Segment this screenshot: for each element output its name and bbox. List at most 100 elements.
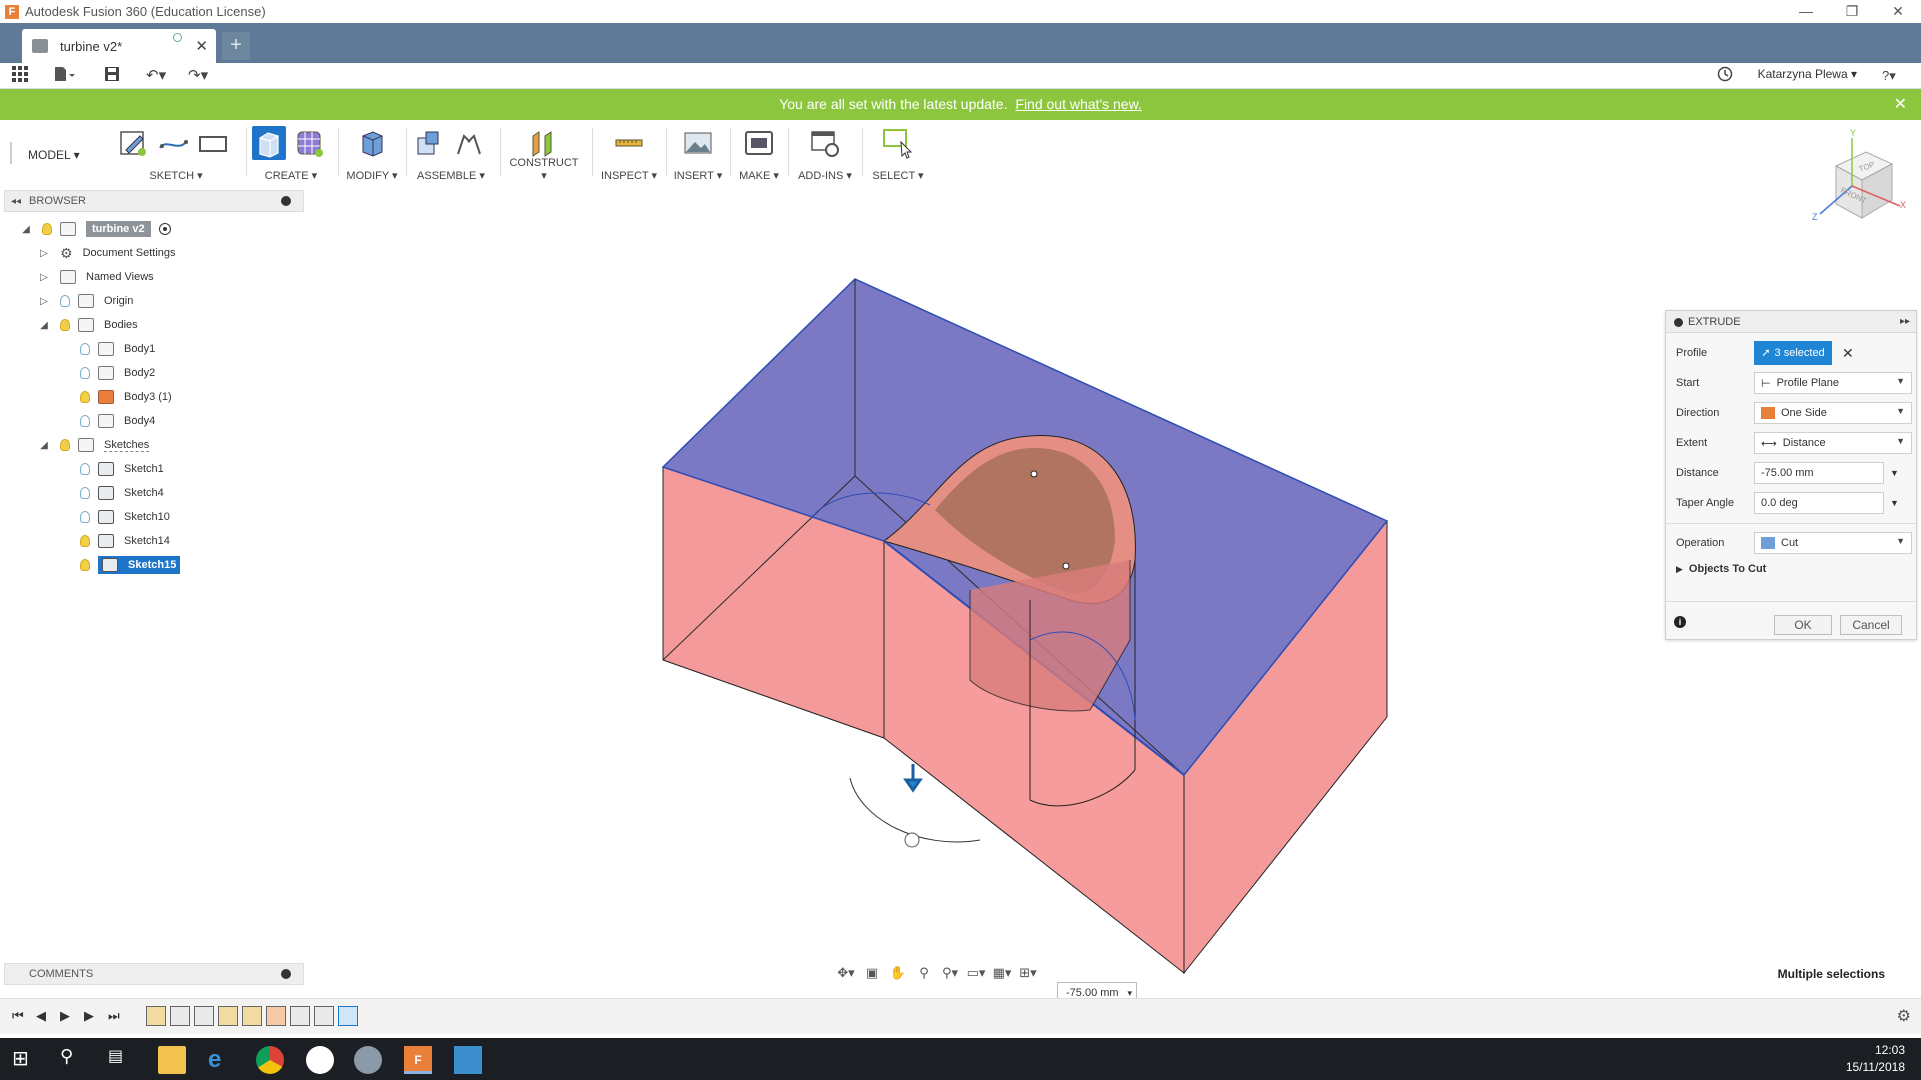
edge-browser-icon[interactable]: e xyxy=(208,1046,236,1074)
whats-new-link[interactable]: Find out what's new. xyxy=(1015,96,1141,112)
close-notification-icon[interactable]: ✕ xyxy=(1894,89,1907,120)
3d-print-icon[interactable] xyxy=(742,126,776,160)
select-menu[interactable]: SELECT ▾ xyxy=(868,169,928,182)
inspect-menu[interactable]: INSPECT ▾ xyxy=(598,169,660,182)
timeline-feature[interactable] xyxy=(314,1006,334,1026)
undo-icon[interactable]: ↶▾ xyxy=(146,66,166,86)
measure-icon[interactable] xyxy=(612,126,646,160)
job-status-clock-icon[interactable] xyxy=(1717,66,1733,86)
display-settings-icon[interactable]: ▭▾ xyxy=(965,965,987,983)
spline-icon[interactable] xyxy=(156,126,190,160)
apps-grid-icon[interactable] xyxy=(12,66,28,86)
user-account-menu[interactable]: Katarzyna Plewa ▾ xyxy=(1758,67,1857,81)
timeline-feature-sketch[interactable] xyxy=(242,1006,262,1026)
go-to-start-icon[interactable]: ⏮ xyxy=(12,1008,24,1024)
view-cube[interactable]: TOP FRONT Y X Z xyxy=(1800,128,1910,238)
timeline-feature-sketch[interactable] xyxy=(146,1006,166,1026)
form-icon[interactable] xyxy=(292,126,326,160)
distance-input[interactable]: -75.00 mm xyxy=(1754,462,1884,484)
step-back-icon[interactable]: ◀ xyxy=(36,1008,46,1024)
add-ins-menu[interactable]: ADD-INS ▾ xyxy=(794,169,856,182)
info-icon[interactable]: i xyxy=(1674,616,1686,628)
redo-icon[interactable]: ↷▾ xyxy=(188,66,208,86)
expand-dialog-icon[interactable]: ▸▸ xyxy=(1900,311,1910,333)
photos-icon[interactable] xyxy=(454,1046,482,1074)
press-pull-icon[interactable] xyxy=(355,126,389,160)
assemble-menu[interactable]: ASSEMBLE ▾ xyxy=(412,169,490,182)
extrude-icon[interactable] xyxy=(252,126,286,160)
sketch-menu[interactable]: SKETCH ▾ xyxy=(116,169,236,182)
scripts-add-ins-icon[interactable] xyxy=(808,126,842,160)
file-explorer-icon[interactable] xyxy=(158,1046,186,1074)
operation-select[interactable]: Cut ▼ xyxy=(1754,532,1912,554)
sketch-point[interactable] xyxy=(1030,470,1038,478)
rectangle-icon[interactable] xyxy=(196,126,230,160)
create-menu[interactable]: CREATE ▾ xyxy=(252,169,330,182)
fusion-taskbar-icon[interactable]: F xyxy=(404,1046,432,1074)
objects-to-cut-row[interactable]: ▶ Objects To Cut xyxy=(1676,557,1912,581)
viewports-icon[interactable]: ⊞▾ xyxy=(1017,965,1039,983)
make-menu[interactable]: MAKE ▾ xyxy=(736,169,782,182)
new-tab-button[interactable]: + xyxy=(222,32,250,60)
look-at-icon[interactable]: ▣ xyxy=(861,965,883,983)
help-icon[interactable]: ?▾ xyxy=(1882,66,1896,86)
timeline-settings-gear-icon[interactable]: ⚙ xyxy=(1897,1006,1911,1026)
restore-button[interactable]: ❐ xyxy=(1829,0,1875,23)
timeline-feature[interactable] xyxy=(290,1006,310,1026)
timeline-feature-active[interactable] xyxy=(338,1006,358,1026)
expand-triangle-icon[interactable]: ▶ xyxy=(1676,564,1683,575)
extent-select[interactable]: ⟷ Distance ▼ xyxy=(1754,432,1912,454)
orbit-icon[interactable]: ✥▾ xyxy=(835,965,857,983)
play-icon[interactable]: ▶ xyxy=(60,1008,70,1024)
profile-selection-button[interactable]: ➚ 3 selected xyxy=(1754,341,1832,365)
create-sketch-icon[interactable] xyxy=(116,126,150,160)
minimize-button[interactable]: — xyxy=(1783,0,1829,23)
add-comment-icon[interactable] xyxy=(281,969,291,979)
modify-menu[interactable]: MODIFY ▾ xyxy=(344,169,400,182)
task-view-icon[interactable]: ▤ xyxy=(108,1046,136,1074)
offset-plane-icon[interactable] xyxy=(527,126,561,160)
select-cursor-icon[interactable] xyxy=(881,126,915,160)
insert-menu[interactable]: INSERT ▾ xyxy=(672,169,724,182)
timeline-feature[interactable] xyxy=(194,1006,214,1026)
extrude-arrow-handle[interactable] xyxy=(903,764,923,793)
timeline-feature-sketch[interactable] xyxy=(218,1006,238,1026)
chevron-down-icon[interactable]: ▼ xyxy=(1890,498,1899,508)
file-menu-icon[interactable] xyxy=(54,66,76,86)
fit-icon[interactable]: ⚲▾ xyxy=(939,965,961,983)
clear-selection-icon[interactable]: ✕ xyxy=(1842,345,1854,362)
app-icon[interactable] xyxy=(354,1046,382,1074)
taper-handle[interactable] xyxy=(904,832,920,848)
system-clock[interactable]: 12:03 15/11/2018 xyxy=(1846,1042,1905,1076)
new-component-icon[interactable] xyxy=(412,126,446,160)
construct-menu[interactable]: CONSTRUCT ▾ xyxy=(506,157,582,182)
ok-button[interactable]: OK xyxy=(1774,615,1832,635)
cancel-button[interactable]: Cancel xyxy=(1840,615,1902,635)
close-tab-icon[interactable]: ✕ xyxy=(195,37,208,55)
pan-hand-icon[interactable]: ✋ xyxy=(887,965,909,983)
collapse-dialog-icon[interactable] xyxy=(1674,318,1683,327)
start-select[interactable]: ⊢ Profile Plane ▼ xyxy=(1754,372,1912,394)
chevron-down-icon[interactable]: ▼ xyxy=(1890,468,1899,478)
search-icon[interactable]: ⚲ xyxy=(60,1046,88,1074)
tab-turbine-v2[interactable]: turbine v2* ✕ xyxy=(22,29,216,63)
windows-start-icon[interactable]: ⊞ xyxy=(12,1046,40,1074)
insert-image-icon[interactable] xyxy=(681,126,715,160)
close-window-button[interactable]: ✕ xyxy=(1875,0,1921,23)
chrome-icon[interactable] xyxy=(256,1046,284,1074)
3d-canvas[interactable]: -75.00 mm ▾ xyxy=(0,184,1921,1004)
timeline-feature[interactable] xyxy=(266,1006,286,1026)
zoom-icon[interactable]: ⚲ xyxy=(913,965,935,983)
workspace-switcher[interactable]: MODEL ▾ xyxy=(28,148,80,162)
title-bar: F Autodesk Fusion 360 (Education License… xyxy=(0,0,1921,23)
joint-icon[interactable] xyxy=(452,126,486,160)
slack-icon[interactable] xyxy=(306,1046,334,1074)
sketch-point[interactable] xyxy=(1062,562,1070,570)
step-forward-icon[interactable]: ▶ xyxy=(84,1008,94,1024)
go-to-end-icon[interactable]: ⏭ xyxy=(108,1008,120,1024)
taper-input[interactable]: 0.0 deg xyxy=(1754,492,1884,514)
grid-icon[interactable]: ▦▾ xyxy=(991,965,1013,983)
save-icon[interactable] xyxy=(104,66,120,86)
timeline-feature[interactable] xyxy=(170,1006,190,1026)
direction-select[interactable]: One Side ▼ xyxy=(1754,402,1912,424)
